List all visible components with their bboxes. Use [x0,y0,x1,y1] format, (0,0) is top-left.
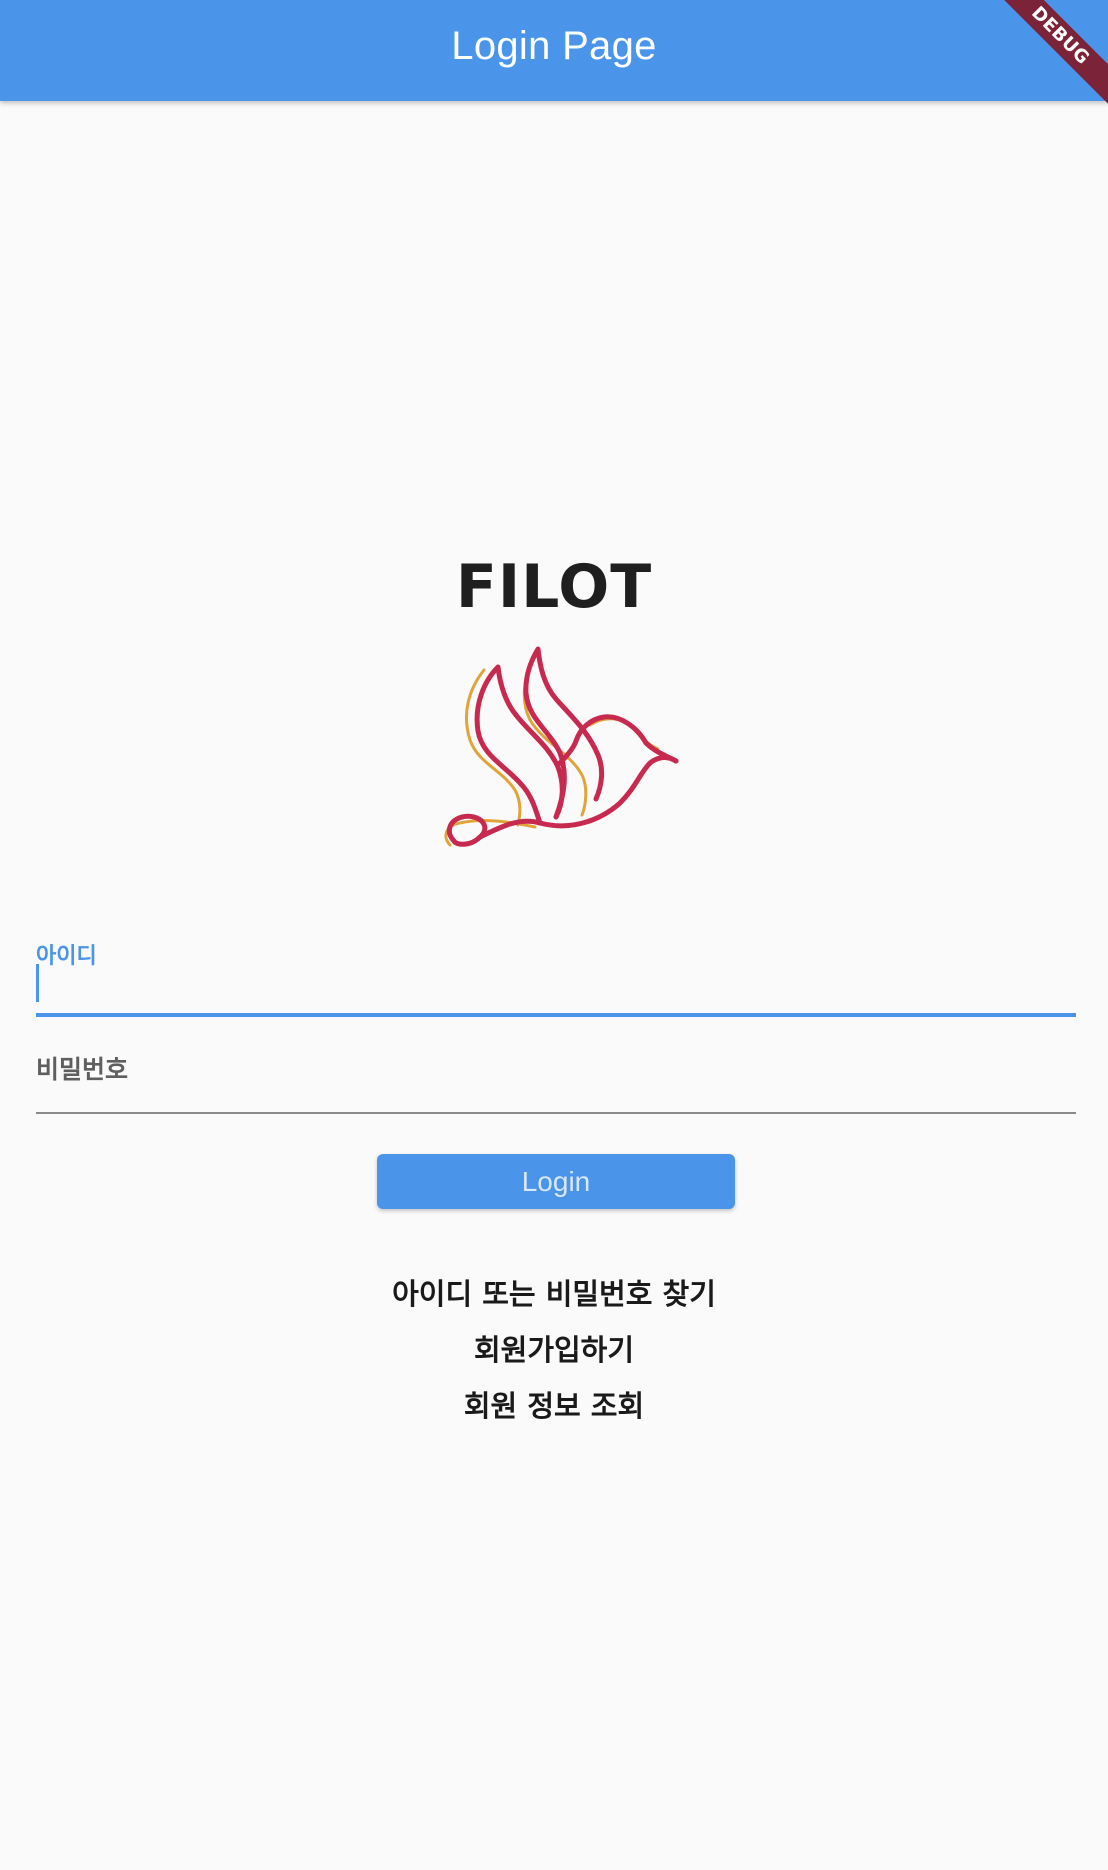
password-field-underline [36,1112,1076,1114]
brand-title: FILOT [455,552,653,622]
id-input[interactable] [36,966,1080,1012]
login-button[interactable]: Login [377,1154,735,1209]
password-input[interactable] [36,1068,1080,1110]
id-field-underline [36,1013,1076,1017]
app-bar: Login Page [0,0,1108,101]
debug-label: DEBUG [988,0,1108,117]
text-cursor [36,964,39,1002]
debug-banner: DEBUG [988,0,1108,120]
signup-link[interactable]: 회원가입하기 [0,1327,1108,1369]
member-info-link[interactable]: 회원 정보 조회 [0,1383,1108,1425]
page-title: Login Page [451,24,657,68]
password-field[interactable]: 비밀번호 [36,1040,1080,1114]
find-account-link[interactable]: 아이디 또는 비밀번호 찾기 [0,1271,1108,1313]
id-field[interactable]: 아이디 [36,930,1080,1018]
bird-logo-icon [444,646,679,847]
